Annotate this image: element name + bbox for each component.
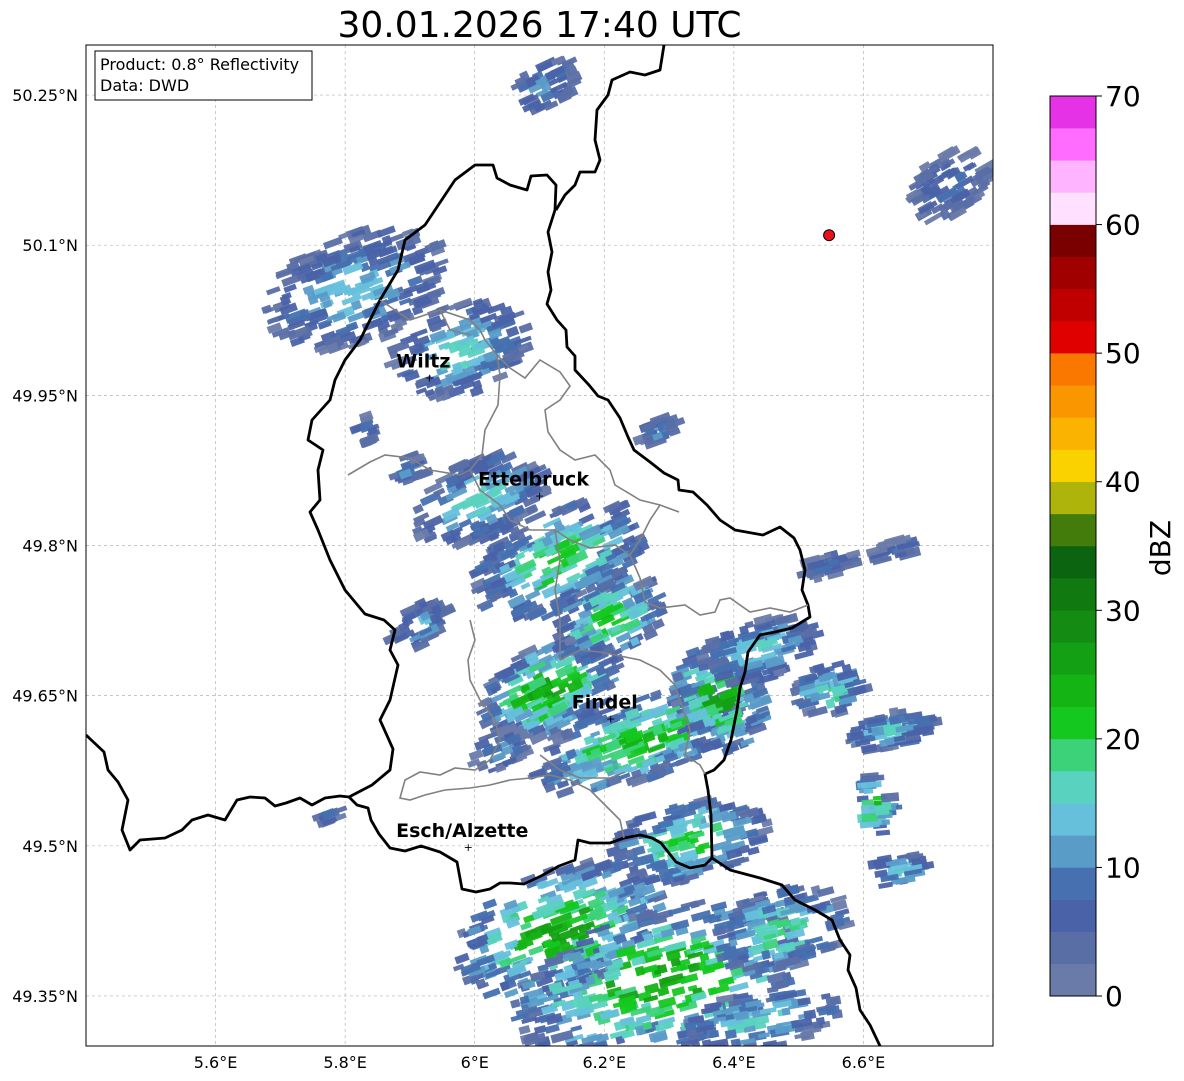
colorbar-cell: [1050, 128, 1096, 161]
colorbar-cells: [1050, 96, 1096, 997]
colorbar-cell: [1050, 931, 1096, 965]
colorbar-tick-label: 70: [1105, 80, 1141, 113]
colorbar-cell: [1050, 160, 1096, 193]
colorbar-cell: [1050, 642, 1096, 675]
colorbar-cell: [1050, 674, 1096, 708]
colorbar-cell: [1050, 481, 1096, 515]
colorbar-cell: [1050, 224, 1096, 258]
colorbar-tick-label: 10: [1105, 851, 1141, 884]
colorbar-cell: [1050, 803, 1096, 836]
colorbar-cell: [1050, 546, 1096, 579]
colorbar-cell: [1050, 192, 1096, 225]
colorbar-cell: [1050, 771, 1096, 804]
colorbar-cell: [1050, 321, 1096, 354]
colorbar-tick-label: 20: [1105, 723, 1141, 756]
colorbar-cell: [1050, 353, 1096, 386]
colorbar-cell: [1050, 256, 1096, 290]
colorbar-ticks: 0 10 20 30 40 50 60 70: [1096, 80, 1141, 1013]
colorbar-cell: [1050, 96, 1096, 129]
colorbar-cell: [1050, 288, 1096, 322]
colorbar-tick-label: 40: [1105, 466, 1141, 499]
colorbar-tick-label: 60: [1105, 209, 1141, 242]
colorbar-cell: [1050, 417, 1096, 450]
colorbar-cell: [1050, 513, 1096, 547]
colorbar-cell: [1050, 867, 1096, 900]
colorbar-cell: [1050, 706, 1096, 740]
colorbar-cell: [1050, 899, 1096, 933]
colorbar-cell: [1050, 963, 1096, 997]
colorbar: 0 10 20 30 40 50 60 70 dBZ: [1049, 80, 1177, 1013]
colorbar-cell: [1050, 449, 1096, 483]
colorbar-cell: [1050, 738, 1096, 772]
colorbar-cell: [1050, 578, 1096, 611]
colorbar-tick-label: 0: [1105, 980, 1123, 1013]
colorbar-tick-label: 50: [1105, 337, 1141, 370]
colorbar-tick-label: 30: [1105, 594, 1141, 627]
colorbar-label: dBZ: [1144, 520, 1177, 576]
colorbar-cell: [1050, 835, 1096, 868]
colorbar-cell: [1050, 610, 1096, 643]
colorbar-cell: [1050, 385, 1096, 418]
